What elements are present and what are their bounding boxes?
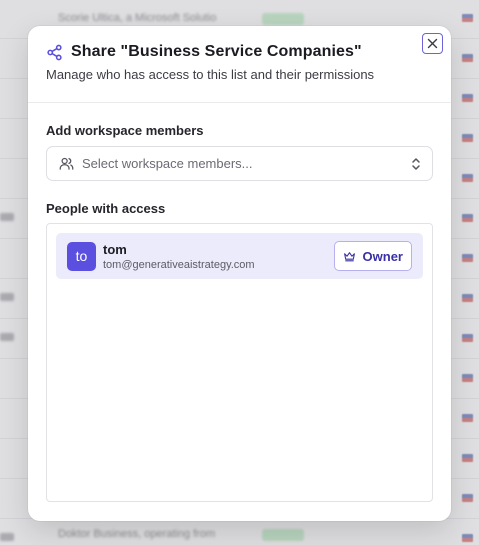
avatar: to bbox=[67, 241, 96, 271]
close-button[interactable] bbox=[422, 33, 443, 54]
add-members-label: Add workspace members bbox=[46, 123, 204, 138]
chevron-up-down-icon bbox=[412, 157, 420, 170]
select-placeholder: Select workspace members... bbox=[82, 156, 253, 171]
people-list: to tom tom@generativeaistrategy.com Owne… bbox=[46, 223, 433, 502]
close-icon bbox=[427, 38, 438, 49]
role-label: Owner bbox=[362, 248, 403, 264]
workspace-members-select[interactable]: Select workspace members... bbox=[46, 146, 433, 181]
dialog-subtitle: Manage who has access to this list and t… bbox=[46, 67, 375, 82]
users-icon bbox=[59, 157, 74, 170]
dialog-header: Share "Business Service Companies" Manag… bbox=[46, 43, 411, 82]
dialog-title: Share "Business Service Companies" bbox=[71, 43, 362, 60]
crown-icon bbox=[343, 251, 355, 261]
person-email: tom@generativeaistrategy.com bbox=[103, 258, 255, 271]
share-dialog: Share "Business Service Companies" Manag… bbox=[28, 26, 451, 521]
role-owner-button[interactable]: Owner bbox=[333, 241, 412, 271]
header-divider bbox=[28, 102, 451, 103]
list-item: to tom tom@generativeaistrategy.com Owne… bbox=[56, 233, 423, 279]
share-icon bbox=[47, 44, 62, 60]
people-with-access-label: People with access bbox=[46, 201, 166, 216]
person-name: tom bbox=[103, 241, 127, 257]
